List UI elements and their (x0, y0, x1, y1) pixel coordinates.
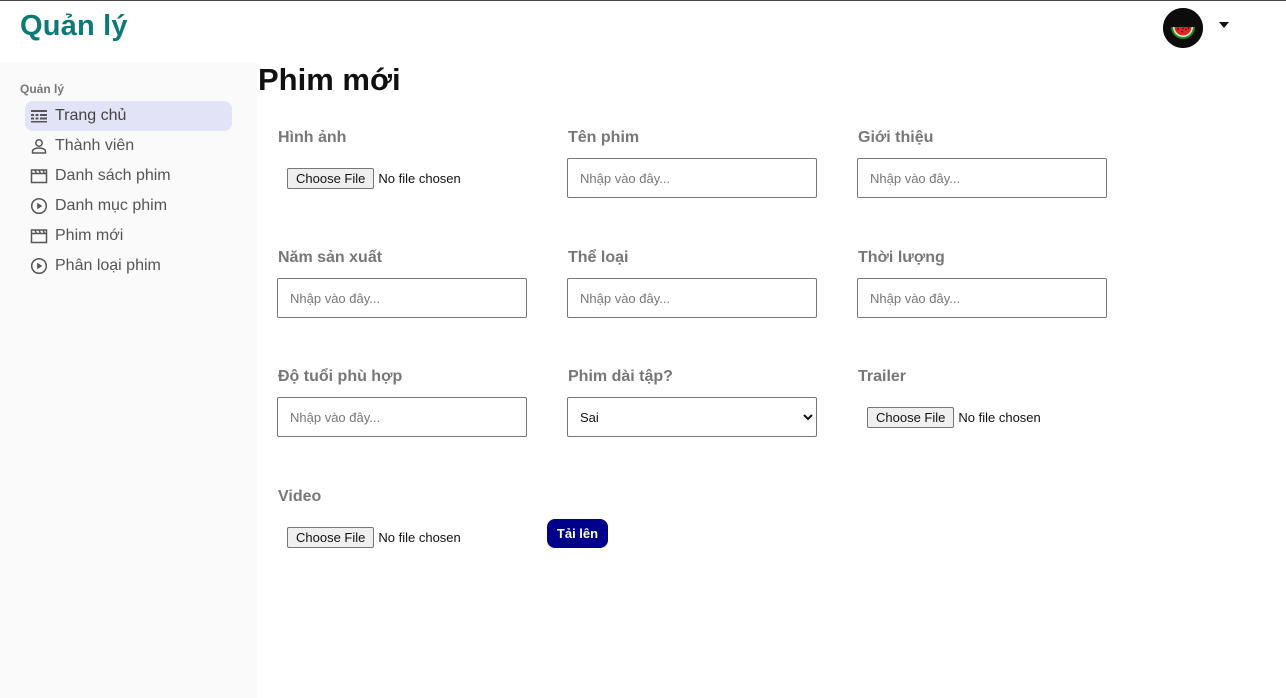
video-choose-file-button[interactable]: Choose File (287, 527, 375, 548)
video-file-input[interactable]: Choose File No file chosen (287, 527, 461, 548)
dashboard-icon (30, 107, 48, 125)
sidebar-item-label: Danh mục phim (55, 197, 168, 214)
sidebar-item-label: Phim mới (55, 227, 124, 244)
series-select[interactable]: Sai (567, 397, 817, 437)
video-file-status: No file chosen (378, 530, 461, 545)
age-rating-input[interactable] (277, 397, 527, 437)
sidebar-item-phan-loai-phim[interactable]: Phân loại phim (25, 251, 232, 281)
sidebar-item-thanh-vien[interactable]: Thành viên (25, 131, 232, 161)
image-file-status: No file chosen (378, 171, 461, 186)
duration-input[interactable] (857, 278, 1107, 318)
sidebar-heading: Quản lý (20, 82, 65, 96)
image-choose-file-button[interactable]: Choose File (287, 168, 375, 189)
sidebar-item-danh-muc-phim[interactable]: Danh mục phim (25, 191, 232, 221)
play-circle-icon (30, 257, 48, 275)
upload-button[interactable]: Tải lên (547, 519, 608, 548)
duration-label: Thời lượng (858, 249, 945, 266)
film-icon (30, 167, 48, 185)
intro-label: Giới thiệu (858, 129, 934, 146)
page-title: Phim mới (258, 62, 401, 97)
app-title[interactable]: Quản lý (20, 10, 128, 43)
sidebar-item-label: Trang chủ (55, 107, 127, 124)
sidebar-item-label: Thành viên (55, 137, 135, 154)
avatar[interactable] (1163, 8, 1203, 48)
trailer-label: Trailer (858, 368, 907, 385)
account-dropdown-caret-icon[interactable] (1219, 22, 1229, 28)
movie-name-label: Tên phim (568, 129, 640, 146)
sidebar-item-phim-moi[interactable]: Phim mới (25, 221, 232, 251)
year-input[interactable] (277, 278, 527, 318)
sidebar-item-trang-chu[interactable]: Trang chủ (25, 101, 232, 131)
watermelon-avatar-icon (1163, 8, 1203, 48)
sidebar-item-danh-sach-phim[interactable]: Danh sách phim (25, 161, 232, 191)
play-circle-icon (30, 197, 48, 215)
image-file-input[interactable]: Choose File No file chosen (287, 168, 461, 189)
year-label: Năm sản xuất (278, 249, 383, 266)
age-rating-label: Độ tuổi phù hợp (278, 368, 403, 385)
image-label: Hình ảnh (278, 129, 347, 146)
series-label: Phim dài tập? (568, 368, 673, 385)
film-icon (30, 227, 48, 245)
sidebar-item-label: Danh sách phim (55, 167, 171, 184)
intro-input[interactable] (857, 158, 1107, 198)
sidebar: Quản lý Trang chủ Thành viên Danh sách p… (0, 62, 257, 698)
video-label: Video (278, 488, 322, 505)
trailer-file-status: No file chosen (958, 410, 1041, 425)
sidebar-item-label: Phân loại phim (55, 257, 161, 274)
trailer-file-input[interactable]: Choose File No file chosen (867, 407, 1041, 428)
user-icon (30, 137, 48, 155)
movie-name-input[interactable] (567, 158, 817, 198)
trailer-choose-file-button[interactable]: Choose File (867, 407, 955, 428)
genre-input[interactable] (567, 278, 817, 318)
genre-label: Thể loại (568, 249, 629, 266)
top-bar: Quản lý (0, 0, 1286, 62)
